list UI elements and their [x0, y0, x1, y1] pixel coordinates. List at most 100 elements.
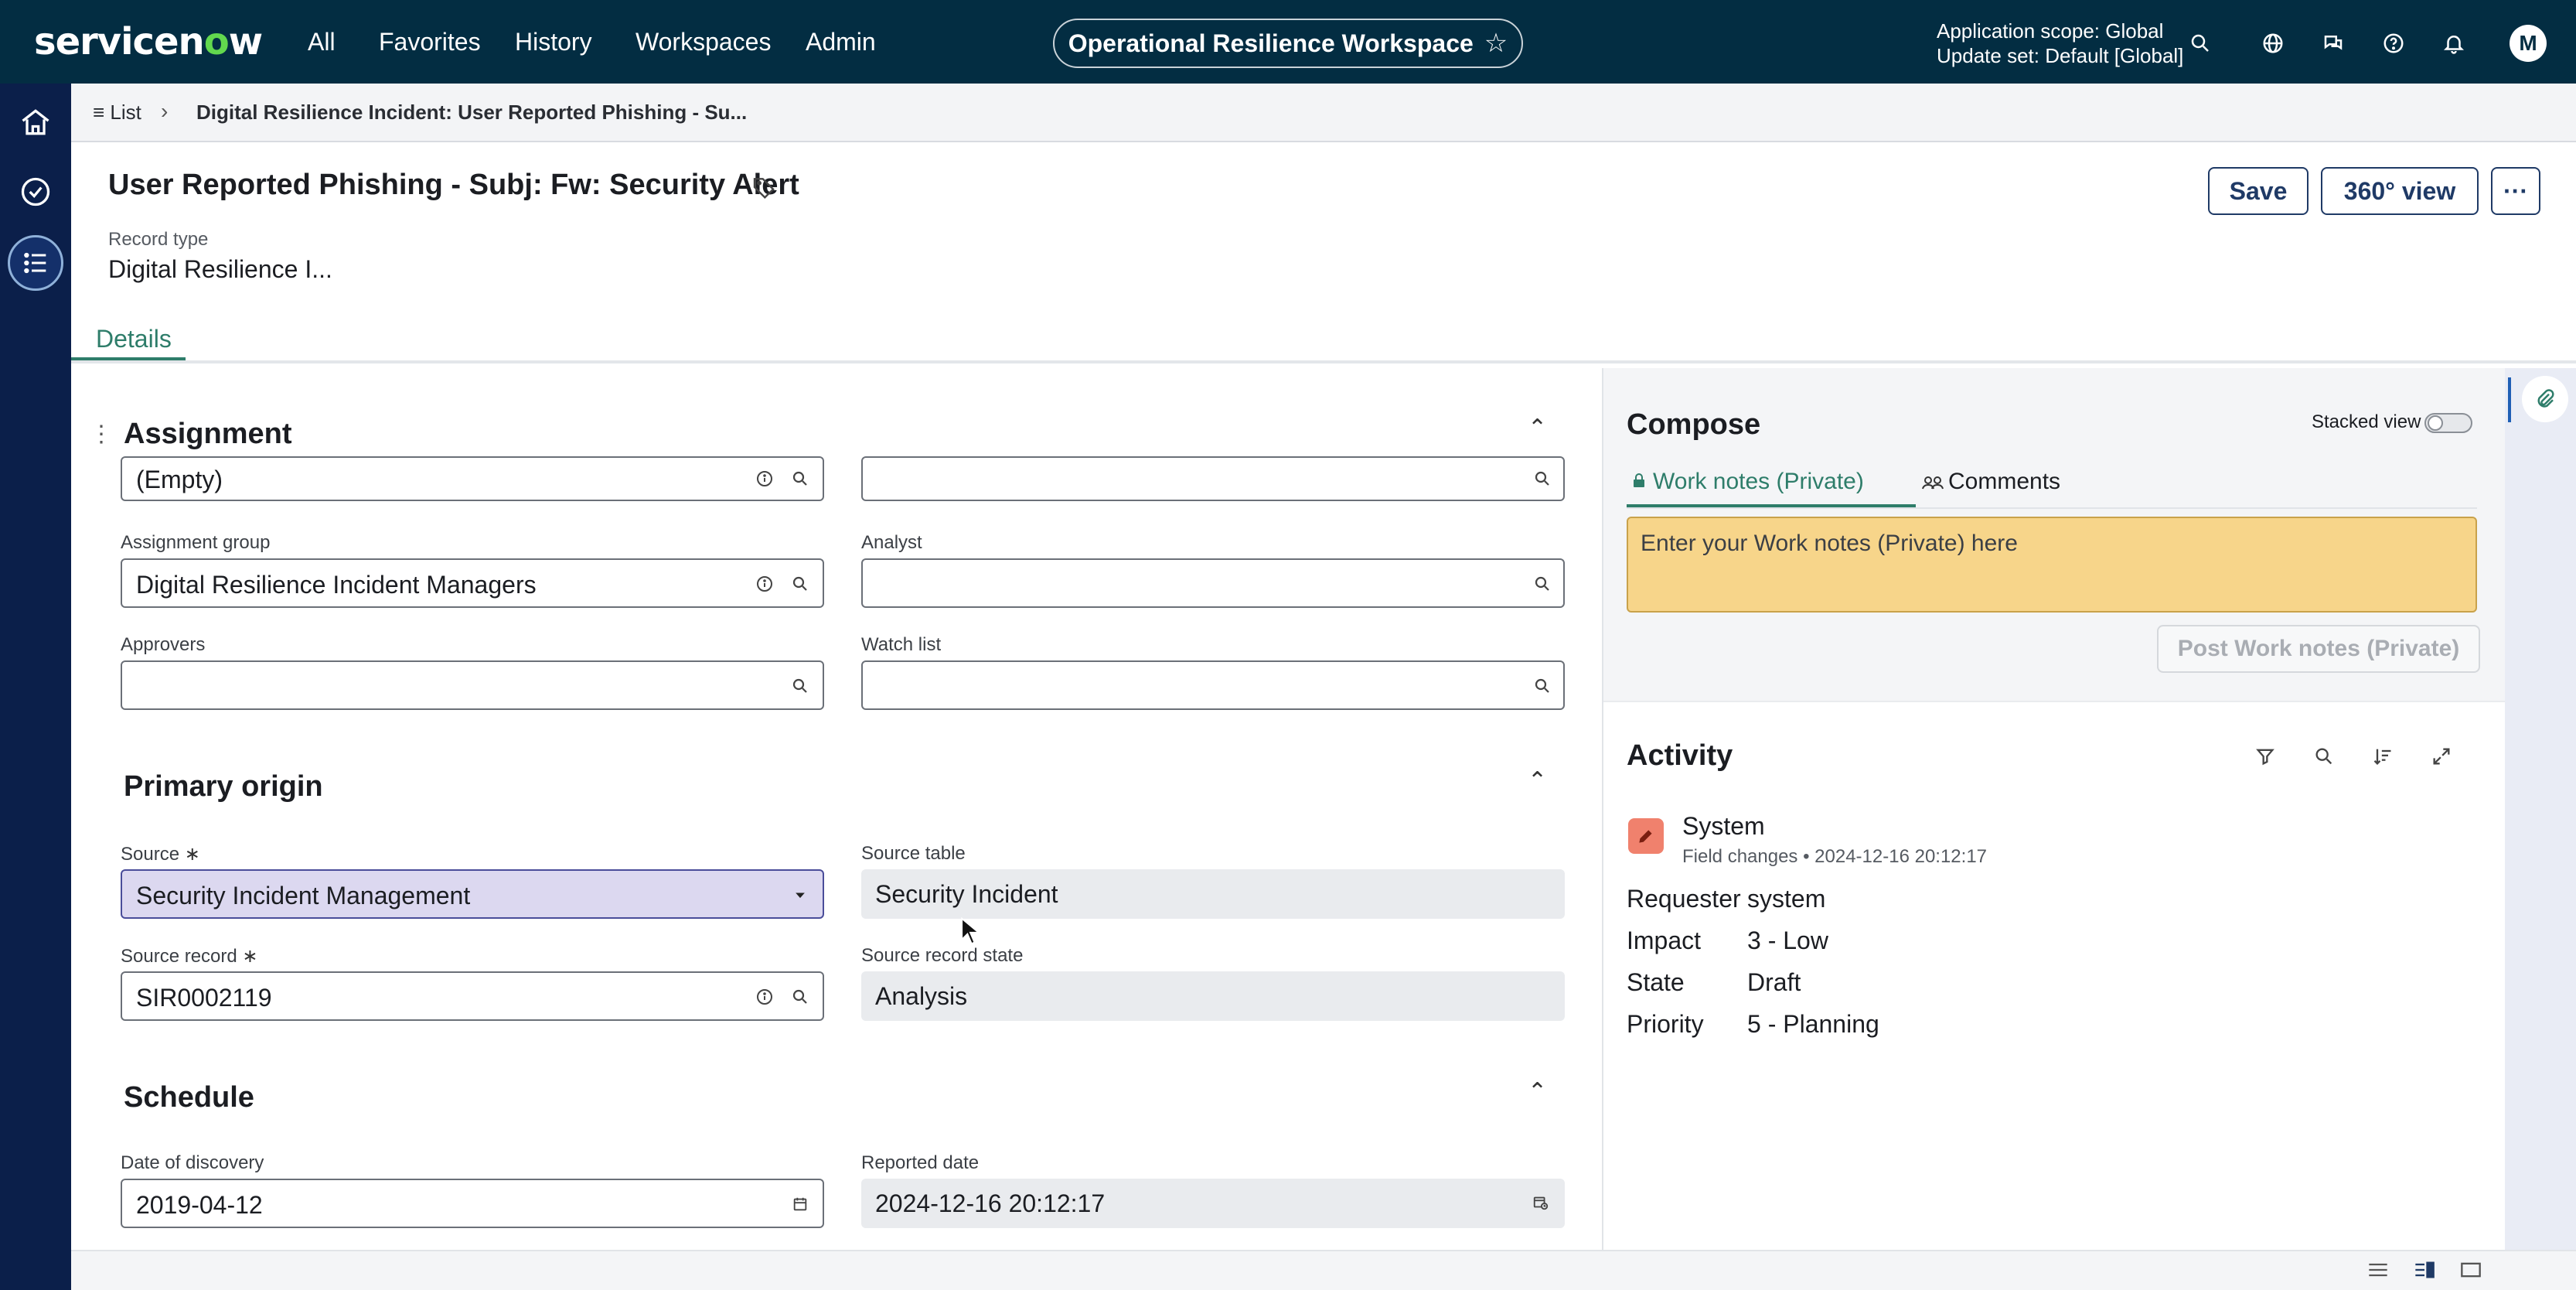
nav-all[interactable]: All [308, 28, 336, 56]
chat-icon[interactable] [2318, 28, 2349, 59]
reported-date-field: 2024-12-16 20:12:17 [861, 1179, 1565, 1228]
chevron-up-icon[interactable]: ⌃ [1528, 767, 1547, 794]
nav-favorites[interactable]: Favorites [379, 28, 481, 56]
pencil-icon [1628, 818, 1664, 854]
tab-details[interactable]: Details [96, 325, 172, 353]
list-icon[interactable] [8, 235, 63, 291]
filter-icon[interactable] [2251, 742, 2279, 770]
watch-list-field[interactable] [861, 660, 1565, 710]
workspace-title: Operational Resilience Workspace [1068, 29, 1474, 57]
info-icon[interactable] [753, 985, 776, 1008]
servicenow-logo[interactable]: servicenow [34, 20, 263, 63]
assignment-group-field[interactable]: Digital Resilience Incident Managers [121, 558, 824, 608]
chevron-up-icon[interactable]: ⌃ [1528, 415, 1547, 442]
record-type-label: Record type [108, 229, 209, 250]
post-work-notes-button[interactable]: Post Work notes (Private) [2157, 625, 2480, 673]
work-notes-input[interactable]: Enter your Work notes (Private) here [1627, 517, 2477, 613]
expand-icon[interactable] [2428, 742, 2455, 770]
mouse-cursor-icon [960, 916, 981, 949]
activity-key-priority: Priority [1627, 1010, 1704, 1038]
analyst-label: Analyst [861, 532, 922, 553]
more-actions-button[interactable]: ··· [2491, 167, 2540, 215]
help-icon[interactable] [2378, 28, 2409, 59]
tab-details-underline [71, 357, 186, 360]
tag-icon[interactable] [751, 175, 776, 203]
nav-workspaces[interactable]: Workspaces [635, 28, 771, 56]
stacked-view-toggle[interactable] [2424, 413, 2472, 433]
search-icon[interactable] [1531, 674, 1554, 698]
globe-icon[interactable] [2257, 28, 2288, 59]
tab-work-notes[interactable]: Work notes (Private) [1634, 469, 1864, 495]
form-panel: ⋮ Assignment ⌃ (Empty) Assignment group … [71, 368, 1602, 1250]
activity-divider [1603, 701, 2506, 702]
activity-value-state: Draft [1747, 968, 1801, 996]
record-type-value: Digital Resilience I... [108, 255, 332, 283]
assignment-field-2[interactable] [861, 456, 1565, 501]
nav-admin[interactable]: Admin [806, 28, 876, 56]
user-avatar[interactable]: M [2510, 25, 2547, 62]
activity-value-priority: 5 - Planning [1747, 1010, 1879, 1038]
source-label: Source ∗ [121, 844, 200, 865]
save-button[interactable]: Save [2208, 167, 2309, 215]
nav-history[interactable]: History [515, 28, 592, 56]
top-navigation-bar: servicenow All Favorites History Workspa… [0, 0, 2576, 84]
paperclip-icon[interactable] [2522, 376, 2568, 422]
scope-info[interactable]: Application scope: Global Update set: De… [1937, 19, 2183, 68]
activity-value-impact: 3 - Low [1747, 927, 1828, 954]
bell-icon[interactable] [2438, 28, 2469, 59]
list-view-icon[interactable] [2367, 1261, 2389, 1283]
tab-work-notes-underline [1627, 504, 1916, 507]
compose-tabs-divider [1627, 507, 2477, 509]
tab-comments[interactable]: Comments [1922, 469, 2060, 495]
workspace-title-pill[interactable]: Operational Resilience Workspace ☆ [1053, 19, 1523, 68]
approvers-label: Approvers [121, 634, 206, 655]
search-icon[interactable] [789, 467, 812, 490]
info-icon[interactable] [753, 572, 776, 596]
source-table-field: Security Incident [861, 869, 1565, 919]
single-view-icon[interactable] [2460, 1261, 2482, 1283]
bottom-bar [71, 1250, 2576, 1290]
breadcrumb-list-link[interactable]: ≡ List [93, 101, 141, 125]
work-notes-placeholder: Enter your Work notes (Private) here [1641, 531, 2018, 556]
sort-icon[interactable] [2369, 742, 2397, 770]
date-of-discovery-field[interactable]: 2019-04-12 [121, 1179, 824, 1228]
drag-handle-icon[interactable]: ⋮ [90, 421, 113, 448]
activity-key-requester: Requester [1627, 885, 1741, 913]
check-circle-icon[interactable] [8, 164, 63, 220]
search-icon[interactable] [1531, 467, 1554, 490]
star-icon[interactable]: ☆ [1484, 28, 1508, 59]
source-record-state-label: Source record state [861, 945, 1024, 966]
calendar-clock-icon [1529, 1191, 1552, 1214]
header-divider [71, 360, 2576, 363]
compose-title: Compose [1627, 408, 1761, 441]
search-icon[interactable] [789, 985, 812, 1008]
search-icon[interactable] [2310, 742, 2338, 770]
source-record-state-field: Analysis [861, 971, 1565, 1021]
chevron-up-icon[interactable]: ⌃ [1528, 1078, 1547, 1105]
search-icon[interactable] [1531, 572, 1554, 596]
source-record-label: Source record ∗ [121, 946, 258, 967]
update-set: Update set: Default [Global] [1937, 44, 2184, 67]
record-title: User Reported Phishing - Subj: Fw: Secur… [108, 169, 799, 201]
caret-down-icon[interactable] [789, 883, 812, 906]
view-360-button[interactable]: 360° view [2321, 167, 2479, 215]
analyst-field[interactable] [861, 558, 1565, 608]
list-icon: ≡ [93, 101, 111, 124]
search-icon[interactable] [789, 572, 812, 596]
section-schedule-title: Schedule [124, 1081, 254, 1114]
search-icon[interactable] [789, 674, 812, 698]
source-record-field[interactable]: SIR0002119 [121, 971, 824, 1021]
activity-key-impact: Impact [1627, 927, 1702, 954]
activity-meta: Field changes • 2024-12-16 20:12:17 [1682, 846, 1988, 867]
split-view-icon[interactable] [2414, 1261, 2435, 1283]
search-icon[interactable] [2185, 28, 2216, 59]
info-icon[interactable] [753, 467, 776, 490]
section-assignment-title: Assignment [124, 418, 292, 450]
source-select[interactable]: Security Incident Management [121, 869, 824, 919]
activity-user: System [1682, 812, 1765, 840]
assigned-to-field[interactable]: (Empty) [121, 456, 824, 501]
approvers-field[interactable] [121, 660, 824, 710]
calendar-icon[interactable] [789, 1193, 812, 1216]
compose-activity-panel: Compose Stacked view Work notes (Private… [1602, 368, 2506, 1250]
home-icon[interactable] [8, 94, 63, 150]
